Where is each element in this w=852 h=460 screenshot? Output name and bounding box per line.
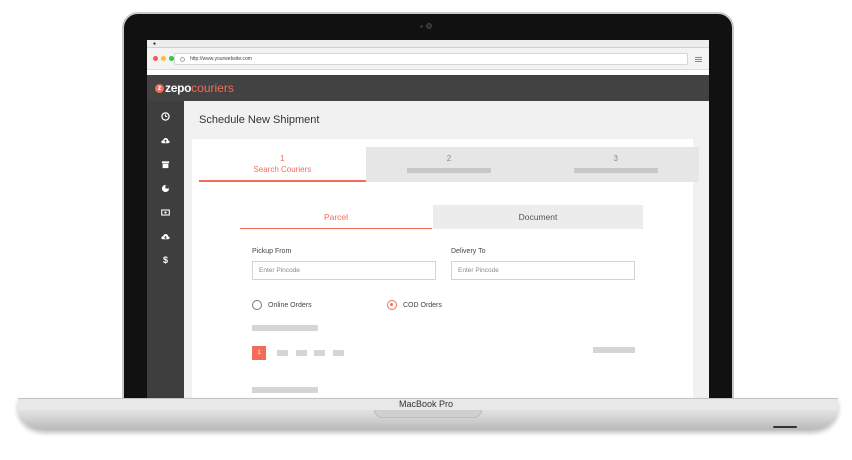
step-3[interactable]: 3 (532, 147, 699, 182)
radio-checked-icon (387, 300, 397, 310)
minimize-window-icon[interactable] (161, 56, 166, 61)
laptop-notch (374, 410, 482, 418)
app-header: z zepo couriers (147, 75, 709, 101)
logo-badge-icon: z (155, 83, 164, 93)
archive-icon (161, 160, 170, 168)
cloud-icon (161, 233, 170, 239)
window-controls (153, 56, 174, 61)
sidebar: $ (147, 101, 184, 398)
sidebar-item-archive[interactable] (147, 152, 184, 176)
step-3-number: 3 (613, 154, 618, 163)
browser-chrome: http://www.yourwebsite.com (147, 48, 709, 70)
step-1[interactable]: 1 Search Couriers (199, 147, 366, 182)
shipment-card: 1 Search Couriers 2 3 Parcel Document Pi… (192, 139, 699, 398)
step-1-number: 1 (280, 154, 285, 163)
step-1-label: Search Couriers (253, 165, 312, 174)
reload-icon[interactable] (180, 56, 185, 62)
camera-icon (426, 23, 432, 29)
device-label: MacBook Pro (398, 399, 454, 409)
step-progress: 1 Search Couriers 2 3 (199, 147, 699, 182)
camera-sensor-icon (420, 25, 423, 28)
logo-primary-text: zepo (165, 81, 192, 95)
cloud-upload-icon (161, 137, 170, 143)
close-window-icon[interactable] (153, 56, 158, 61)
delivery-pincode-input[interactable]: Enter Pincode (451, 261, 635, 280)
status-led-icon (773, 426, 797, 428)
cod-orders-label: COD Orders (403, 301, 442, 309)
page-button-placeholder[interactable] (314, 350, 325, 356)
delivery-label: Delivery To (451, 248, 486, 255)
sidebar-item-payments[interactable] (147, 200, 184, 224)
page-button-1[interactable]: 1 (252, 346, 266, 360)
address-bar[interactable]: http://www.yourwebsite.com (174, 53, 688, 65)
tab-parcel[interactable]: Parcel (240, 205, 432, 229)
placeholder-bar (252, 387, 318, 393)
hamburger-menu-icon[interactable] (695, 57, 702, 62)
step-2-placeholder (407, 168, 491, 173)
main-content: Schedule New Shipment 1 Search Couriers … (184, 101, 709, 398)
sidebar-item-dashboard[interactable] (147, 104, 184, 128)
page-button-placeholder[interactable] (333, 350, 344, 356)
sidebar-item-upload[interactable] (147, 128, 184, 152)
logo-secondary-text: couriers (191, 81, 234, 95)
pie-chart-icon (161, 184, 170, 192)
step-2-number: 2 (446, 154, 452, 163)
address-text: http://www.yourwebsite.com (190, 56, 252, 62)
laptop-screen: ● http://www.yourwebsite.com z zepo cour… (147, 40, 709, 398)
mac-menubar: ● (147, 40, 709, 48)
cod-orders-radio[interactable]: COD Orders (387, 300, 442, 310)
pickup-pincode-input[interactable]: Enter Pincode (252, 261, 436, 280)
apple-icon: ● (153, 40, 157, 47)
page-button-placeholder[interactable] (277, 350, 288, 356)
step-3-placeholder (573, 168, 658, 173)
placeholder-bar (593, 347, 635, 353)
pickup-label: Pickup From (252, 248, 292, 255)
tab-document[interactable]: Document (433, 205, 643, 229)
dashboard-icon (161, 111, 170, 121)
dollar-icon: $ (162, 255, 168, 265)
page-button-placeholder[interactable] (296, 350, 307, 356)
page-title: Schedule New Shipment (199, 114, 320, 126)
online-orders-radio[interactable]: Online Orders (252, 300, 312, 310)
sidebar-item-billing[interactable]: $ (147, 248, 184, 272)
cash-icon (161, 208, 170, 216)
placeholder-bar (252, 325, 318, 331)
step-2[interactable]: 2 (366, 147, 533, 182)
sidebar-item-reports[interactable] (147, 176, 184, 200)
sidebar-item-cloud[interactable] (147, 224, 184, 248)
radio-unchecked-icon (252, 300, 262, 310)
online-orders-label: Online Orders (268, 301, 312, 309)
